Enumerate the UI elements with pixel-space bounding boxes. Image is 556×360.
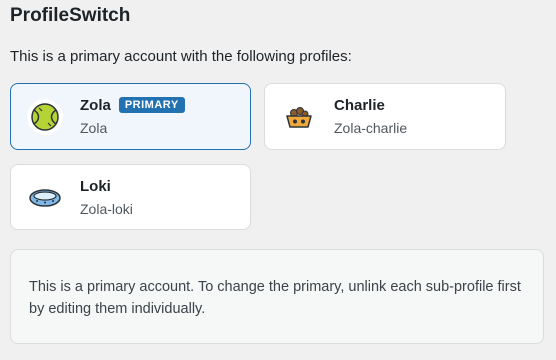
page-title: ProfileSwitch bbox=[10, 5, 131, 26]
pet-food-bowl-icon bbox=[281, 99, 317, 135]
profile-name: Loki bbox=[80, 178, 111, 195]
pet-bed-icon bbox=[27, 180, 63, 216]
profile-slug: Zola-loki bbox=[80, 201, 133, 217]
profile-name-text: Zola bbox=[80, 97, 111, 114]
primary-badge: PRIMARY bbox=[118, 97, 185, 113]
intro-text: This is a primary account with the follo… bbox=[10, 48, 352, 65]
profile-name: Zola PRIMARY bbox=[80, 97, 185, 114]
profile-slug: Zola-charlie bbox=[334, 120, 408, 136]
profile-card-zola[interactable]: Zola PRIMARY Zola bbox=[10, 83, 251, 150]
primary-account-notice: This is a primary account. To change the… bbox=[10, 249, 544, 344]
profile-card-charlie[interactable]: Charlie Zola-charlie bbox=[264, 83, 506, 150]
profile-slug: Zola bbox=[80, 120, 108, 136]
profile-name: Charlie bbox=[334, 97, 385, 114]
profile-card-loki[interactable]: Loki Zola-loki bbox=[10, 164, 251, 230]
tennis-ball-icon bbox=[27, 99, 63, 135]
